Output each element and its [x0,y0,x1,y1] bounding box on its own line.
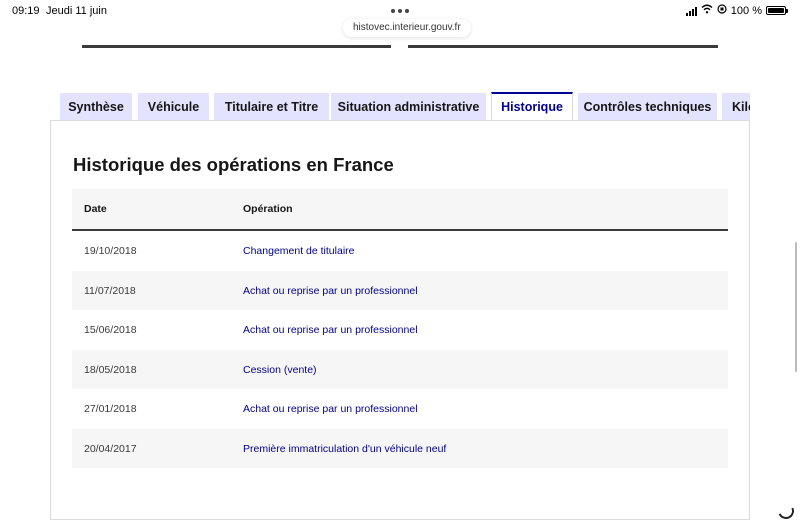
tab-historique[interactable]: Historique [491,92,573,121]
loading-spinner-icon [775,500,797,522]
tab-titulaire[interactable]: Titulaire et Titre [214,93,329,121]
orientation-lock-icon [717,4,727,17]
row-operation-link[interactable]: Achat ou reprise par un professionnel [243,285,418,297]
status-time: 09:19 [12,5,40,17]
table-row: 27/01/2018 Achat ou reprise par un profe… [72,389,728,429]
battery-icon [766,6,788,15]
wifi-icon [701,4,713,17]
top-divider-right [408,45,718,48]
tab-bar: Synthèse Véhicule Titulaire et Titre Sit… [60,92,750,121]
table-header: Date Opération [72,189,728,231]
row-date: 15/06/2018 [84,324,137,336]
scrollbar[interactable] [795,242,797,372]
row-date: 20/04/2017 [84,442,137,455]
signal-icon [685,6,697,16]
row-operation-link[interactable]: Achat ou reprise par un professionnel [243,403,418,415]
table-row: 19/10/2018 Changement de titulaire [72,231,728,271]
row-date: 19/10/2018 [84,245,137,257]
row-operation-link[interactable]: Changement de titulaire [243,245,355,257]
column-header-operation: Opération [243,203,293,215]
tab-vehicule[interactable]: Véhicule [138,93,209,121]
table-row: 20/04/2017 Première immatriculation d'un… [72,428,728,468]
status-date: Jeudi 11 juin [46,5,107,17]
table-row: 11/07/2018 Achat ou reprise par un profe… [72,270,728,310]
status-indicators: 100 % [685,4,788,17]
url-bar[interactable]: histovec.interieur.gouv.fr [343,19,471,37]
tab-controles-techniques[interactable]: Contrôles techniques [578,93,717,121]
row-date: 18/05/2018 [84,363,137,376]
tab-situation-administrative[interactable]: Situation administrative [331,93,486,121]
panel-title: Historique des opérations en France [73,154,394,175]
row-date: 11/07/2018 [84,284,136,297]
battery-percent: 100 % [730,4,762,17]
tab-synthese[interactable]: Synthèse [60,93,132,121]
table-body: 19/10/2018 Changement de titulaire 11/07… [72,231,728,468]
row-operation-link[interactable]: Première immatriculation d'un véhicule n… [243,443,446,455]
table-row: 15/06/2018 Achat ou reprise par un profe… [72,310,728,350]
row-operation-link[interactable]: Achat ou reprise par un professionnel [243,324,418,336]
tab-kilometrage[interactable]: Kilométrage [722,93,750,121]
top-divider-left [82,45,391,48]
table-row: 18/05/2018 Cession (vente) [72,349,728,389]
row-date: 27/01/2018 [84,403,137,415]
row-operation-link[interactable]: Cession (vente) [243,364,317,376]
multitasking-dots-icon[interactable] [391,9,409,13]
column-header-date: Date [84,203,107,215]
operations-table: Date Opération 19/10/2018 Changement de … [72,189,728,468]
